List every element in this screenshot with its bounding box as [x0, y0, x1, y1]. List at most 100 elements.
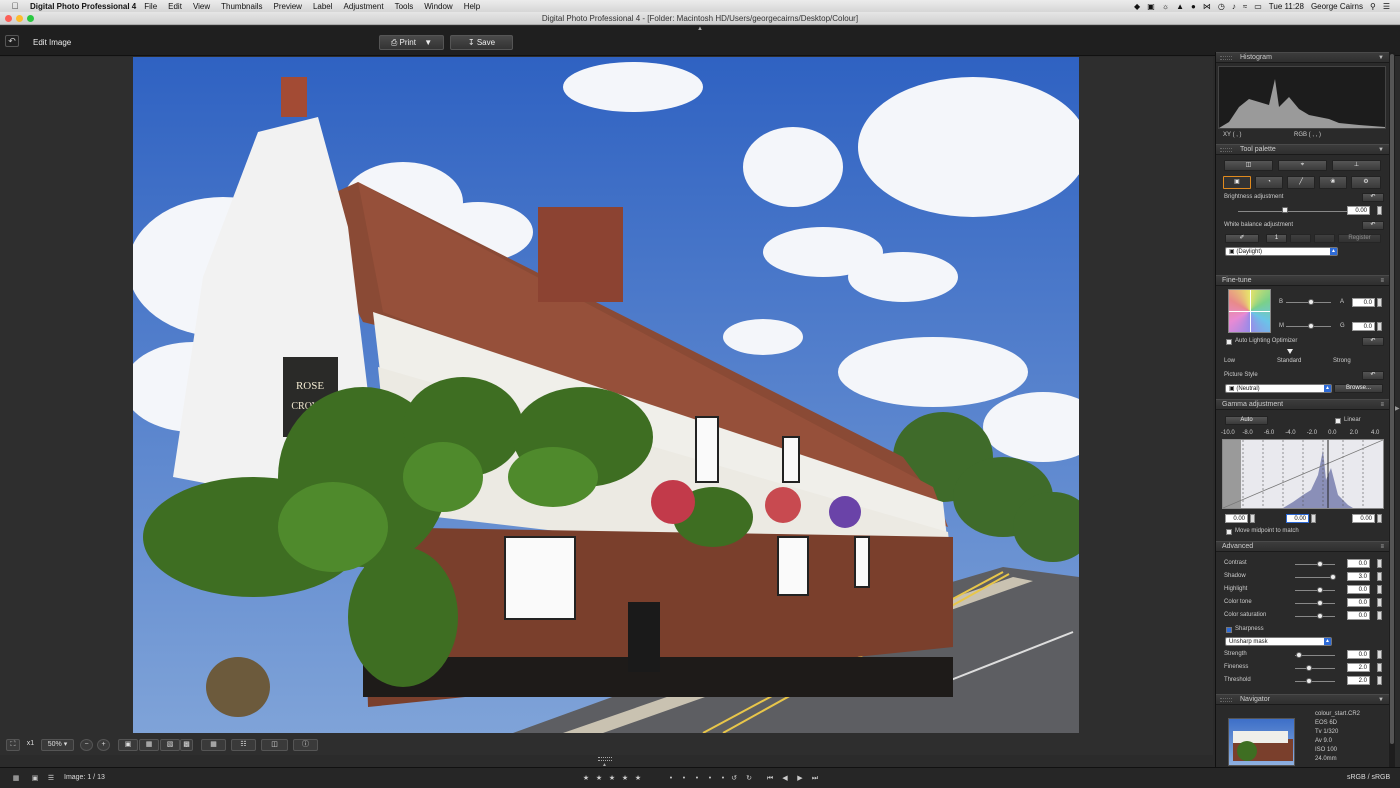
wifi-icon[interactable]: ≈ [1243, 2, 1247, 11]
sharp-rows-value[interactable]: 2.0 [1347, 663, 1370, 672]
adv-rows-slider-track[interactable] [1295, 564, 1335, 565]
menu-preview[interactable]: Preview [274, 2, 302, 11]
menu-label[interactable]: Label [313, 2, 333, 11]
sharp-rows-slider-thumb[interactable] [1306, 678, 1312, 684]
time-machine-icon[interactable]: ◷ [1218, 2, 1225, 11]
gamma-auto-button[interactable]: Auto [1225, 416, 1268, 425]
sharp-rows-slider-track[interactable] [1295, 668, 1335, 669]
gamma-header[interactable]: Gamma adjustment ≡ [1216, 399, 1389, 410]
sharpness-checkbox[interactable] [1226, 627, 1232, 633]
tab-color-adjust[interactable]: ❀ [1319, 176, 1347, 189]
adv-rows-slider-thumb[interactable] [1317, 587, 1324, 593]
panel-scrollbar-thumb[interactable] [1390, 54, 1394, 744]
menu-adjustment[interactable]: Adjustment [344, 2, 384, 11]
first-image-icon[interactable]: ⏮ [764, 773, 776, 784]
wb-slot-3-button[interactable] [1314, 234, 1335, 243]
adv-rows-value[interactable]: 0.0 [1347, 559, 1370, 568]
overlay-button[interactable]: ☷ [231, 739, 256, 751]
gamma-white-stepper[interactable] [1377, 514, 1382, 523]
zoom-out-button[interactable]: − [80, 739, 93, 751]
gamma-mid-value[interactable]: 0.00 [1286, 514, 1309, 523]
label-3-icon[interactable]: • [693, 773, 701, 784]
wb-slot-1-button[interactable]: 1 [1266, 234, 1287, 243]
gamma-white-value[interactable]: 0.00 [1352, 514, 1375, 523]
adv-rows-value[interactable]: 0.0 [1347, 585, 1370, 594]
fit-screen-button[interactable]: ⛶ [6, 739, 20, 751]
gamma-histogram[interactable] [1222, 439, 1384, 509]
volume-icon[interactable]: ♪ [1232, 2, 1236, 11]
label-1-icon[interactable]: • [667, 773, 675, 784]
info-button[interactable]: ⓘ [293, 739, 318, 751]
collapse-arrow-icon[interactable]: ≡ [1380, 400, 1384, 410]
fine-tune-header[interactable]: Fine-tune ≡ [1216, 275, 1389, 286]
adv-rows-stepper[interactable] [1377, 585, 1382, 594]
adobe-icon[interactable]: ▲ [1176, 2, 1184, 11]
highlight-warning-button[interactable]: ▧ [160, 739, 180, 751]
sharp-rows-value[interactable]: 2.0 [1347, 676, 1370, 685]
alo-checkbox[interactable] [1226, 339, 1232, 345]
brightness-slider-track[interactable] [1238, 211, 1348, 212]
adv-rows-value[interactable]: 0.0 [1347, 611, 1370, 620]
alo-level-marker[interactable] [1287, 349, 1293, 354]
stamp-tool-button[interactable]: ⊥ [1332, 160, 1381, 171]
last-image-icon[interactable]: ⏭ [809, 773, 821, 784]
sharp-rows-stepper[interactable] [1377, 663, 1382, 672]
mg-slider-thumb[interactable] [1308, 323, 1314, 329]
print-button[interactable]: ⎙ Print ▼ [379, 35, 444, 50]
menu-file[interactable]: File [144, 2, 157, 11]
brightness-value[interactable]: 0.00 [1347, 206, 1370, 215]
rotate-left-icon[interactable]: ↺ [728, 773, 740, 784]
notification-icon[interactable]: ☰ [1383, 2, 1390, 11]
layout-button[interactable]: ▦ [201, 739, 226, 751]
adv-rows-value[interactable]: 3.0 [1347, 572, 1370, 581]
gamma-black-value[interactable]: 0.00 [1225, 514, 1248, 523]
next-image-icon[interactable]: ▶ [794, 773, 806, 784]
zoom-level-select[interactable]: 50% ▾ [41, 739, 74, 751]
sharp-rows-slider-thumb[interactable] [1306, 665, 1312, 671]
eyedropper-button[interactable]: ✐ [1225, 234, 1259, 243]
mg-value[interactable]: 0.0 [1352, 322, 1375, 331]
bluetooth-icon[interactable]: ⋈ [1203, 2, 1211, 11]
collapse-arrow-icon[interactable]: ▼ [1378, 53, 1384, 63]
color-grid-picker[interactable] [1228, 289, 1271, 333]
rating-3-icon[interactable]: ★ [606, 773, 618, 784]
thumbnail-strip-handle-icon[interactable] [598, 757, 612, 761]
battery-icon[interactable]: ▭ [1254, 2, 1262, 11]
drag-handle-icon[interactable] [1220, 698, 1232, 702]
compare-tool-button[interactable]: ◫ [1224, 160, 1273, 171]
sharp-rows-stepper[interactable] [1377, 676, 1382, 685]
list-view-icon[interactable]: ☰ [45, 773, 57, 784]
clock[interactable]: Tue 11:28 [1269, 2, 1304, 11]
adv-rows-slider-thumb[interactable] [1317, 600, 1324, 606]
menu-thumbnails[interactable]: Thumbnails [221, 2, 262, 11]
picture-style-select[interactable]: ▣ (Neutral) ▲ [1225, 384, 1332, 393]
alo-reset-button[interactable]: ↶ [1362, 337, 1384, 346]
navigator-header[interactable]: Navigator ▼ [1216, 694, 1389, 705]
menu-edit[interactable]: Edit [168, 2, 182, 11]
sharp-rows-slider-thumb[interactable] [1296, 652, 1302, 658]
drag-handle-icon[interactable] [1220, 148, 1232, 152]
ba-value[interactable]: 0.0 [1352, 298, 1375, 307]
linear-checkbox[interactable] [1335, 418, 1341, 424]
label-2-icon[interactable]: • [680, 773, 688, 784]
adv-rows-value[interactable]: 0.0 [1347, 598, 1370, 607]
preview-image[interactable]: ROSE CROWN [133, 57, 1079, 733]
shadow-warning-button[interactable]: ▩ [180, 739, 193, 751]
wb-slot-2-button[interactable] [1290, 234, 1311, 243]
brightness-slider-thumb[interactable] [1282, 207, 1288, 213]
brightness-icon[interactable]: ☼ [1162, 2, 1169, 11]
label-4-icon[interactable]: • [706, 773, 714, 784]
alo-low-label[interactable]: Low [1224, 358, 1235, 364]
adv-rows-slider-track[interactable] [1295, 616, 1335, 617]
user-name[interactable]: George Cairns [1311, 2, 1363, 11]
collapse-arrow-icon[interactable]: ▼ [1378, 695, 1384, 705]
rotate-right-icon[interactable]: ↻ [743, 773, 755, 784]
apple-icon[interactable]:  [8, 1, 22, 11]
adv-rows-slider-thumb[interactable] [1317, 561, 1324, 567]
adv-rows-slider-thumb[interactable] [1330, 574, 1336, 580]
brightness-reset-button[interactable]: ↶ [1362, 193, 1384, 202]
wb-register-button[interactable]: Register [1338, 234, 1381, 243]
adv-rows-slider-track[interactable] [1295, 577, 1335, 578]
crop-tool-button[interactable]: ⌖ [1278, 160, 1327, 171]
sharp-rows-value[interactable]: 0.0 [1347, 650, 1370, 659]
